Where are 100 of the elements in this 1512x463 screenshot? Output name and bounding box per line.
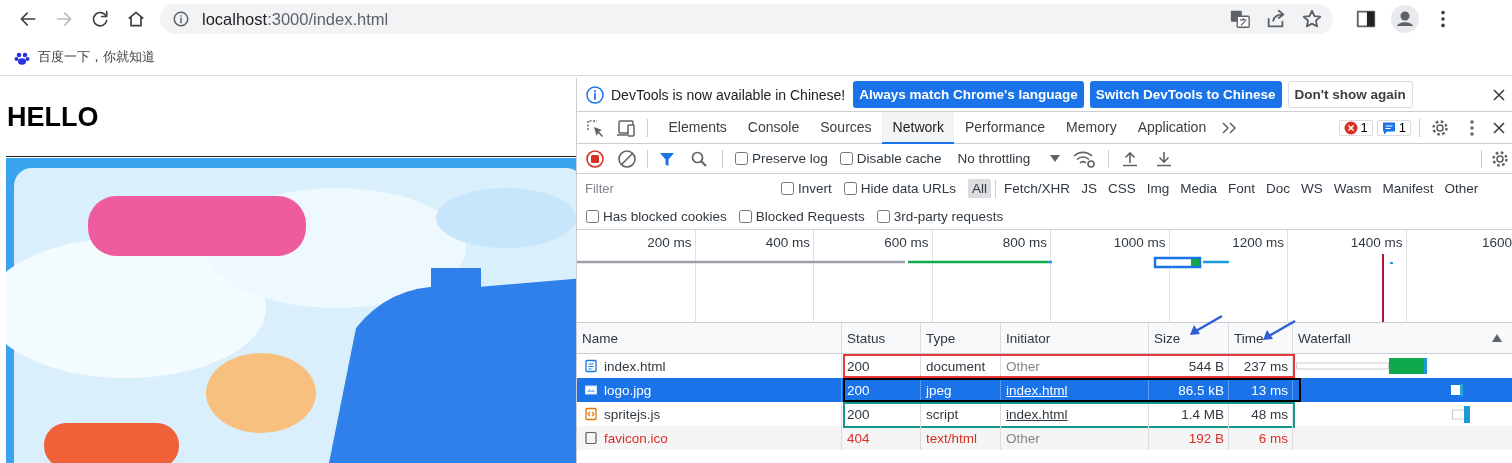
column-header[interactable]: Status [847, 330, 886, 346]
filter-checkbox[interactable] [781, 182, 794, 195]
action-button[interactable]: Always match Chrome's language [853, 81, 1084, 108]
checkbox-label: Hide data URLs [860, 181, 957, 196]
device-icon[interactable] [615, 117, 637, 138]
type-filter[interactable]: Manifest [1378, 179, 1438, 198]
message-counter[interactable]: 1 [1376, 119, 1411, 136]
request-type: jpeg [926, 382, 952, 398]
time-tick: 600 ms [884, 235, 929, 250]
close-icon[interactable] [1492, 87, 1506, 102]
time-tick: 200 ms [647, 235, 692, 250]
waterfall-bar [1451, 384, 1463, 396]
sort-ascending-icon[interactable] [1492, 334, 1502, 342]
type-filter[interactable]: Font [1223, 179, 1259, 198]
size-value: 86.5 kB [1178, 382, 1224, 398]
panel-tab[interactable]: Performance [954, 111, 1056, 144]
panel-tab[interactable]: Elements [658, 111, 738, 144]
column-header[interactable]: Type [926, 330, 956, 346]
back-icon[interactable] [18, 9, 38, 29]
checkbox-label: Invert [798, 181, 832, 196]
checkbox-label: Disable cache [856, 151, 942, 166]
panel-tab[interactable]: Memory [1055, 111, 1128, 144]
status-code: 404 [847, 430, 870, 446]
checkbox-label: Has blocked cookies [603, 208, 727, 224]
type-filter[interactable]: All [968, 179, 992, 198]
request-row[interactable]: favicon.ico 404 text/html Other 192 B 6 ms [577, 426, 1512, 450]
panel-tab[interactable]: Application [1127, 111, 1217, 144]
dismiss-button[interactable]: Don't show again [1287, 81, 1413, 108]
stop-recording-icon[interactable] [585, 148, 605, 169]
type-filter[interactable]: Media [1176, 179, 1221, 198]
request-row[interactable]: logo.jpg 200 jpeg index.html 86.5 kB 13 ms [577, 378, 1512, 402]
share-icon[interactable] [1265, 8, 1287, 30]
download-icon[interactable] [1155, 149, 1174, 168]
request-type: script [926, 406, 959, 422]
column-header[interactable]: Initiator [1006, 330, 1051, 346]
home-icon[interactable] [126, 9, 146, 29]
initiator-link[interactable]: index.html [1006, 382, 1068, 398]
request-type: document [926, 358, 986, 374]
clear-icon[interactable] [617, 148, 637, 169]
column-header[interactable]: Size [1154, 330, 1181, 346]
checkbox-label: 3rd-party requests [893, 208, 1004, 224]
translate-icon[interactable] [1229, 8, 1251, 30]
side-panel-icon[interactable] [1355, 8, 1377, 30]
initiator-text: Other [1006, 358, 1040, 374]
type-filter[interactable]: CSS [1103, 179, 1140, 198]
status-code: 200 [847, 382, 870, 398]
initiator-text: Other [1006, 430, 1040, 446]
star-icon[interactable] [1301, 8, 1323, 30]
document-icon [584, 359, 598, 373]
toolbar-checkbox[interactable] [839, 152, 853, 165]
request-name: logo.jpg [604, 382, 652, 398]
request-checkbox[interactable] [876, 209, 890, 223]
type-filter[interactable]: Other [1440, 179, 1483, 198]
error-icon [1343, 120, 1358, 135]
time-value: 6 ms [1258, 430, 1288, 446]
panel-tab[interactable]: Network [882, 111, 955, 144]
request-checkbox[interactable] [738, 209, 752, 223]
inspect-icon[interactable] [585, 117, 605, 138]
type-filter[interactable]: JS [1077, 179, 1101, 198]
upload-icon[interactable] [1121, 149, 1140, 168]
error-counter[interactable]: 1 [1338, 119, 1373, 136]
type-filter[interactable]: Wasm [1329, 179, 1376, 198]
info-icon [585, 84, 605, 105]
search-icon[interactable] [690, 149, 708, 168]
file-icon [584, 431, 598, 445]
time-tick: 1200 ms [1232, 235, 1284, 250]
time-tick: 1600 [1481, 235, 1512, 250]
size-value: 544 B [1188, 358, 1224, 374]
settings-icon[interactable] [1490, 148, 1510, 169]
reload-icon[interactable] [90, 9, 110, 29]
info-icon [172, 10, 190, 28]
status-code: 200 [847, 358, 870, 374]
checkbox-label: Blocked Requests [755, 208, 865, 224]
action-button[interactable]: Switch DevTools to Chinese [1089, 81, 1282, 108]
address-bar[interactable]: localhost:3000/index.html [160, 4, 1333, 34]
message-icon [1381, 120, 1396, 135]
type-filter[interactable]: Fetch/XHR [1000, 179, 1075, 198]
close-icon[interactable] [1492, 120, 1506, 135]
bookmark-link[interactable]: 百度一下，你就知道 [38, 47, 155, 66]
time-value: 48 ms [1251, 406, 1288, 422]
type-filter[interactable]: WS [1297, 179, 1327, 198]
type-filter[interactable]: Doc [1261, 179, 1294, 198]
throttling-dropdown[interactable]: No throttling [953, 151, 1065, 166]
size-value: 1.4 MB [1181, 406, 1224, 422]
request-checkbox[interactable] [586, 209, 599, 223]
page-heading: HELLO [6, 101, 100, 132]
filter-checkbox[interactable] [843, 182, 857, 195]
waterfall-bar [1452, 405, 1470, 423]
initiator-link[interactable]: index.html [1006, 406, 1068, 422]
type-filter[interactable]: Img [1142, 179, 1174, 198]
time-tick: 1400 ms [1350, 235, 1403, 250]
settings-icon[interactable] [1430, 117, 1450, 138]
avatar-icon[interactable] [1391, 5, 1419, 33]
toolbar-checkbox[interactable] [735, 152, 748, 165]
column-header[interactable]: Time [1234, 330, 1264, 346]
panel-tab[interactable]: Sources [809, 111, 883, 144]
time-value: 13 ms [1251, 382, 1288, 398]
column-header[interactable]: Waterfall [1298, 330, 1351, 346]
panel-tab[interactable]: Console [737, 111, 810, 144]
column-header[interactable]: Name [582, 330, 618, 346]
